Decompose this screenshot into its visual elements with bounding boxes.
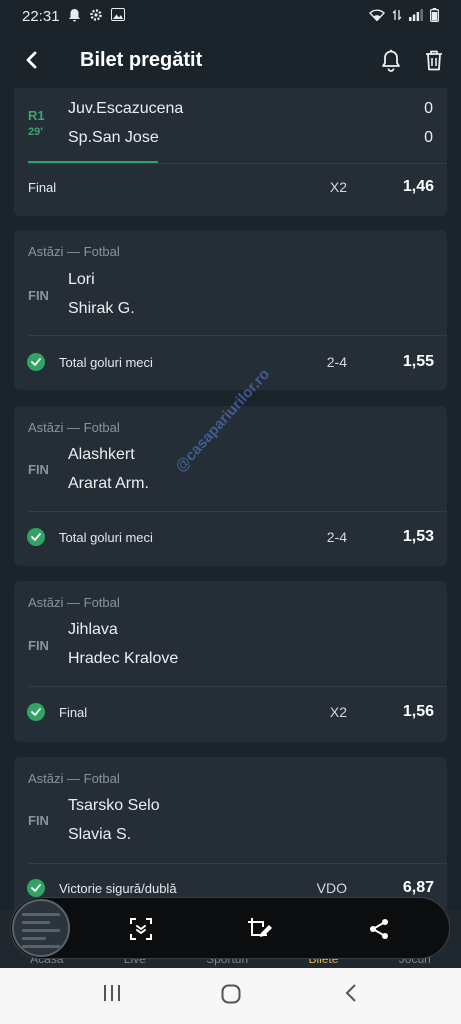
bet-pick: 2-4 (326, 354, 347, 370)
crop-edit-icon[interactable] (242, 911, 278, 947)
card-divider (28, 163, 447, 164)
match-status: FIN (28, 288, 49, 303)
page-title: Bilet pregătit (80, 48, 203, 71)
match-status: FIN (28, 638, 49, 653)
bet-market: Total goluri meci (59, 355, 153, 370)
card-divider (28, 686, 447, 687)
bet-odd: 6,87 (402, 879, 434, 896)
bell-icon[interactable] (381, 49, 401, 72)
won-check-icon (27, 353, 45, 371)
system-nav-bar (0, 968, 461, 1024)
screenshot-thumbnail[interactable] (12, 899, 70, 957)
away-team: Ararat Arm. (68, 475, 149, 492)
image-icon (110, 8, 125, 24)
match-date-sport: Astăzi — Fotbal (28, 244, 120, 259)
won-check-icon (27, 879, 45, 897)
bet-market: Total goluri meci (59, 530, 153, 545)
home-team: Juv.Escazucena (68, 100, 184, 117)
home-score: 0 (424, 100, 433, 117)
bet-odd: 1,46 (402, 178, 434, 195)
match-minute: 29' (28, 126, 43, 138)
bet-pick: X2 (329, 704, 347, 720)
ticket-card[interactable]: Astăzi — Fotbal FIN Lori Shirak G. Total… (14, 230, 447, 390)
ticket-card[interactable]: Astăzi — Fotbal FIN Jihlava Hradec Kralo… (14, 581, 447, 742)
ticket-card[interactable]: Astăzi — Fotbal FIN Tsarsko Selo Slavia … (14, 757, 447, 910)
away-score: 0 (424, 129, 433, 146)
ticket-card[interactable]: Astăzi — Fotbal FIN Alashkert Ararat Arm… (14, 406, 447, 566)
away-team: Sp.San Jose (68, 129, 159, 146)
back-icon[interactable] (345, 984, 357, 1002)
match-period: R1 (28, 108, 45, 123)
recents-icon[interactable] (103, 984, 121, 1002)
away-team: Shirak G. (68, 300, 135, 317)
bet-market: Victorie sigură/dublă (59, 881, 177, 896)
home-icon[interactable] (221, 984, 241, 1004)
home-team: Jihlava (68, 621, 118, 638)
settings-gear-icon (89, 8, 103, 25)
won-check-icon (27, 528, 45, 546)
match-status: FIN (28, 462, 49, 477)
card-divider (28, 863, 447, 864)
match-date-sport: Astăzi — Fotbal (28, 595, 120, 610)
data-arrows-icon (392, 8, 402, 24)
share-icon[interactable] (361, 911, 397, 947)
signal-icon (409, 8, 423, 24)
alarm-bell-icon (68, 8, 81, 25)
away-team: Slavia S. (68, 826, 132, 843)
wifi-icon (369, 8, 385, 24)
bet-pick: VDO (316, 880, 347, 896)
home-team: Alashkert (68, 446, 135, 463)
match-date-sport: Astăzi — Fotbal (28, 771, 120, 786)
ticket-card[interactable]: R1 29' Juv.Escazucena Sp.San Jose 0 0 Fi… (14, 88, 447, 216)
away-team: Hradec Kralove (68, 650, 179, 667)
match-status: FIN (28, 813, 49, 828)
app-header: Bilet pregătit (0, 32, 461, 88)
ticket-list[interactable]: R1 29' Juv.Escazucena Sp.San Jose 0 0 Fi… (0, 88, 461, 910)
status-right-icons (369, 7, 440, 25)
home-team: Tsarsko Selo (68, 797, 160, 814)
trash-icon[interactable] (425, 50, 443, 71)
screenshot-toolbar (10, 897, 450, 959)
header-actions (381, 49, 443, 72)
scroll-capture-icon[interactable] (123, 911, 159, 947)
bet-odd: 1,55 (402, 353, 434, 370)
card-divider (28, 511, 447, 512)
bet-market: Final (28, 180, 57, 195)
match-date-sport: Astăzi — Fotbal (28, 420, 120, 435)
status-time: 22:31 (22, 7, 60, 25)
home-team: Lori (68, 271, 95, 288)
battery-icon (430, 7, 440, 25)
card-divider (28, 335, 447, 336)
bet-market: Final (59, 705, 88, 720)
back-arrow-icon[interactable] (18, 46, 46, 74)
bet-odd: 1,56 (402, 703, 434, 720)
won-check-icon (27, 703, 45, 721)
status-bar: 22:31 (0, 0, 461, 32)
status-left-icons (68, 8, 125, 25)
bet-pick: 2-4 (326, 529, 347, 545)
bet-pick: X2 (329, 179, 347, 195)
bet-odd: 1,53 (402, 528, 434, 545)
